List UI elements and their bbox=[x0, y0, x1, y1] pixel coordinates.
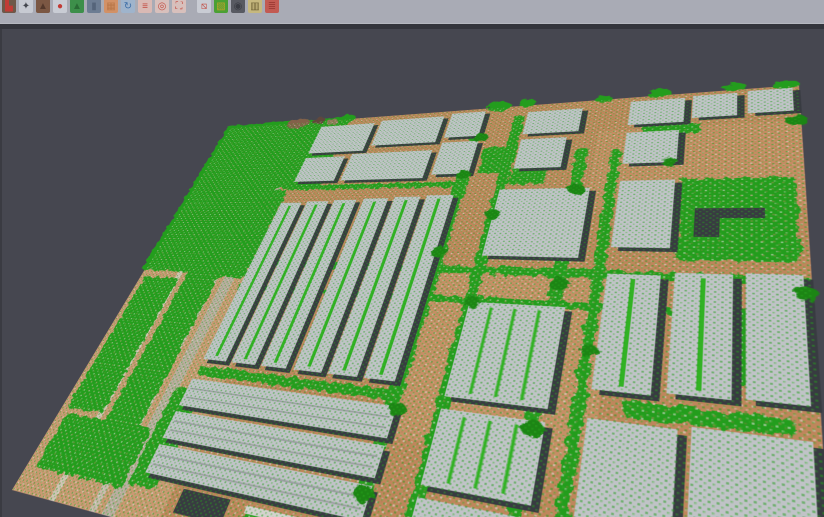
crop-selection-icon[interactable]: ⛶ bbox=[172, 0, 186, 13]
application-window: ▙✦▲●▲▮▦↻≡◎⛶⧅▧◉▥≣ bbox=[0, 0, 824, 517]
layers-icon[interactable]: ≡ bbox=[138, 0, 152, 13]
speckle-over-layer bbox=[12, 85, 824, 517]
terrain-icon[interactable]: ▲ bbox=[70, 0, 84, 13]
main-toolbar: ▙✦▲●▲▮▦↻≡◎⛶⧅▧◉▥≣ bbox=[0, 0, 824, 24]
save-file-icon[interactable]: ✦ bbox=[19, 0, 33, 13]
classification-colormap-icon[interactable]: ▧ bbox=[214, 0, 228, 13]
refresh-globe-icon[interactable]: ↻ bbox=[121, 0, 135, 13]
grid-slash-icon[interactable]: ⧅ bbox=[197, 0, 211, 13]
classified-point-cloud bbox=[12, 85, 824, 517]
measure-lines-icon[interactable]: ≣ bbox=[265, 0, 279, 13]
point-cloud-scene bbox=[12, 85, 824, 517]
clone-icon[interactable]: ● bbox=[53, 0, 67, 13]
histogram-icon[interactable]: ▥ bbox=[248, 0, 262, 13]
camera-icon[interactable]: ◉ bbox=[231, 0, 245, 13]
3d-viewport[interactable] bbox=[0, 29, 824, 517]
ortho-view-icon[interactable]: ▦ bbox=[104, 0, 118, 13]
open-file-icon[interactable]: ▙ bbox=[2, 0, 16, 13]
ruler-icon[interactable]: ▮ bbox=[87, 0, 101, 13]
mesh-icon[interactable]: ▲ bbox=[36, 0, 50, 13]
record-circle-icon[interactable]: ◎ bbox=[155, 0, 169, 13]
